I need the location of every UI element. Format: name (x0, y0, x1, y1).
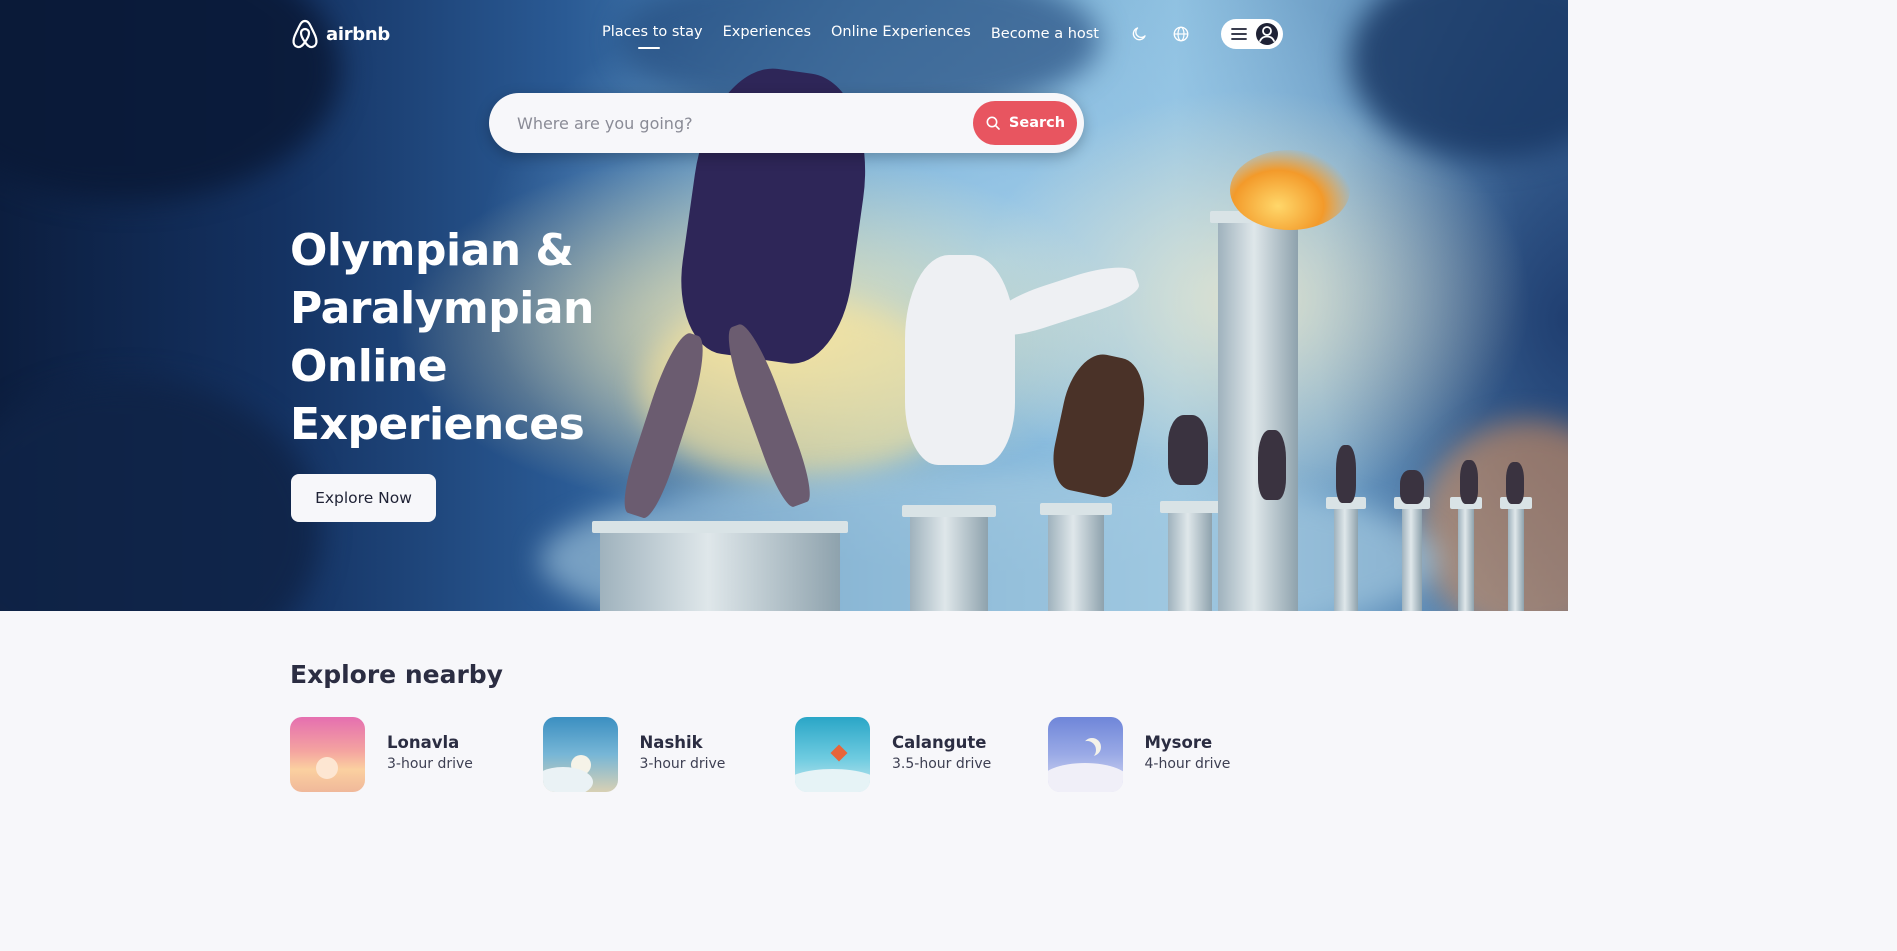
headline-line: Experiences (290, 399, 585, 450)
user-icon (1256, 23, 1278, 45)
search-button[interactable]: Search (973, 101, 1077, 145)
column (1160, 501, 1220, 611)
nav-link-places-to-stay[interactable]: Places to stay (602, 24, 703, 49)
logo-text: airbnb (326, 23, 390, 45)
nav-link-online-experiences[interactable]: Online Experiences (831, 24, 971, 40)
column (902, 505, 996, 611)
place-name: Mysore (1144, 733, 1213, 752)
headline-line: Paralympian (290, 283, 594, 334)
column (1040, 503, 1112, 611)
airbnb-logo[interactable]: airbnb (290, 18, 390, 50)
cloud-shape (0, 380, 320, 611)
place-thumbnail (1047, 717, 1123, 792)
nearby-item-calangute[interactable]: Calangute 3.5-hour drive (795, 717, 1048, 792)
explore-now-button[interactable]: Explore Now (291, 474, 436, 522)
become-host-link[interactable]: Become a host (991, 26, 1099, 42)
place-thumbnail (290, 717, 365, 792)
place-drive-time: 4-hour drive (1144, 756, 1231, 772)
moon-icon (1132, 27, 1146, 41)
place-drive-time: 3-hour drive (639, 756, 726, 772)
olympic-flame (1230, 150, 1350, 230)
column (1394, 497, 1430, 611)
nav-link-experiences[interactable]: Experiences (723, 24, 811, 40)
headline-line: Olympian & (290, 225, 574, 276)
karate-figure (905, 255, 1015, 465)
place-info: Calangute 3.5-hour drive (892, 733, 991, 772)
headline-line: Online (290, 341, 448, 392)
cloud-shape (1420, 420, 1568, 611)
nav-links: Places to stay Experiences Online Experi… (602, 24, 971, 49)
place-thumbnail (542, 717, 618, 792)
karate-kick (987, 257, 1143, 343)
nearby-item-mysore[interactable]: Mysore 4-hour drive (1047, 717, 1301, 792)
torch-column (1210, 211, 1306, 611)
place-name: Lonavla (387, 733, 460, 752)
place-info: Mysore 4-hour drive (1145, 733, 1231, 772)
dark-mode-button[interactable] (1123, 18, 1155, 50)
user-menu-button[interactable] (1221, 19, 1283, 49)
airbnb-logo-icon (292, 19, 318, 49)
place-info: Lonavla 3-hour drive (387, 733, 473, 772)
search-bar: Search (489, 93, 1084, 153)
archer-figure (1506, 462, 1524, 504)
place-info: Nashik 3-hour drive (640, 733, 726, 772)
explore-nearby-title: Explore nearby (290, 660, 503, 689)
hero-illustration (0, 0, 1568, 611)
skater-figure (1168, 415, 1208, 485)
nearby-item-nashik[interactable]: Nashik 3-hour drive (542, 717, 796, 792)
place-name: Calangute (892, 733, 987, 752)
gymnast-figure (1336, 445, 1356, 503)
search-input[interactable] (517, 111, 937, 135)
nav-right: Become a host (991, 18, 1283, 50)
surfer-figure (1258, 430, 1286, 500)
column (1326, 497, 1366, 611)
search-button-label: Search (1008, 115, 1066, 131)
place-name: Nashik (639, 733, 703, 752)
place-drive-time: 3-hour drive (387, 756, 473, 772)
nearby-list: Lonavla 3-hour drive Nashik 3-hour drive… (290, 717, 1300, 792)
hero-headline: Olympian & Paralympian Online Experience… (290, 222, 620, 454)
place-thumbnail (795, 717, 870, 792)
weightlifter-figure (1400, 470, 1424, 504)
nearby-item-lonavla[interactable]: Lonavla 3-hour drive (290, 717, 543, 792)
column (1450, 497, 1482, 611)
hamburger-icon (1231, 28, 1247, 40)
language-button[interactable] (1165, 18, 1197, 50)
place-drive-time: 3.5-hour drive (892, 756, 992, 772)
pedestal (592, 521, 848, 611)
top-nav: airbnb Places to stay Experiences Online… (0, 0, 1568, 68)
column (1500, 497, 1532, 611)
search-icon (986, 116, 1000, 130)
fencer-figure (1460, 460, 1478, 504)
globe-icon (1173, 26, 1189, 42)
